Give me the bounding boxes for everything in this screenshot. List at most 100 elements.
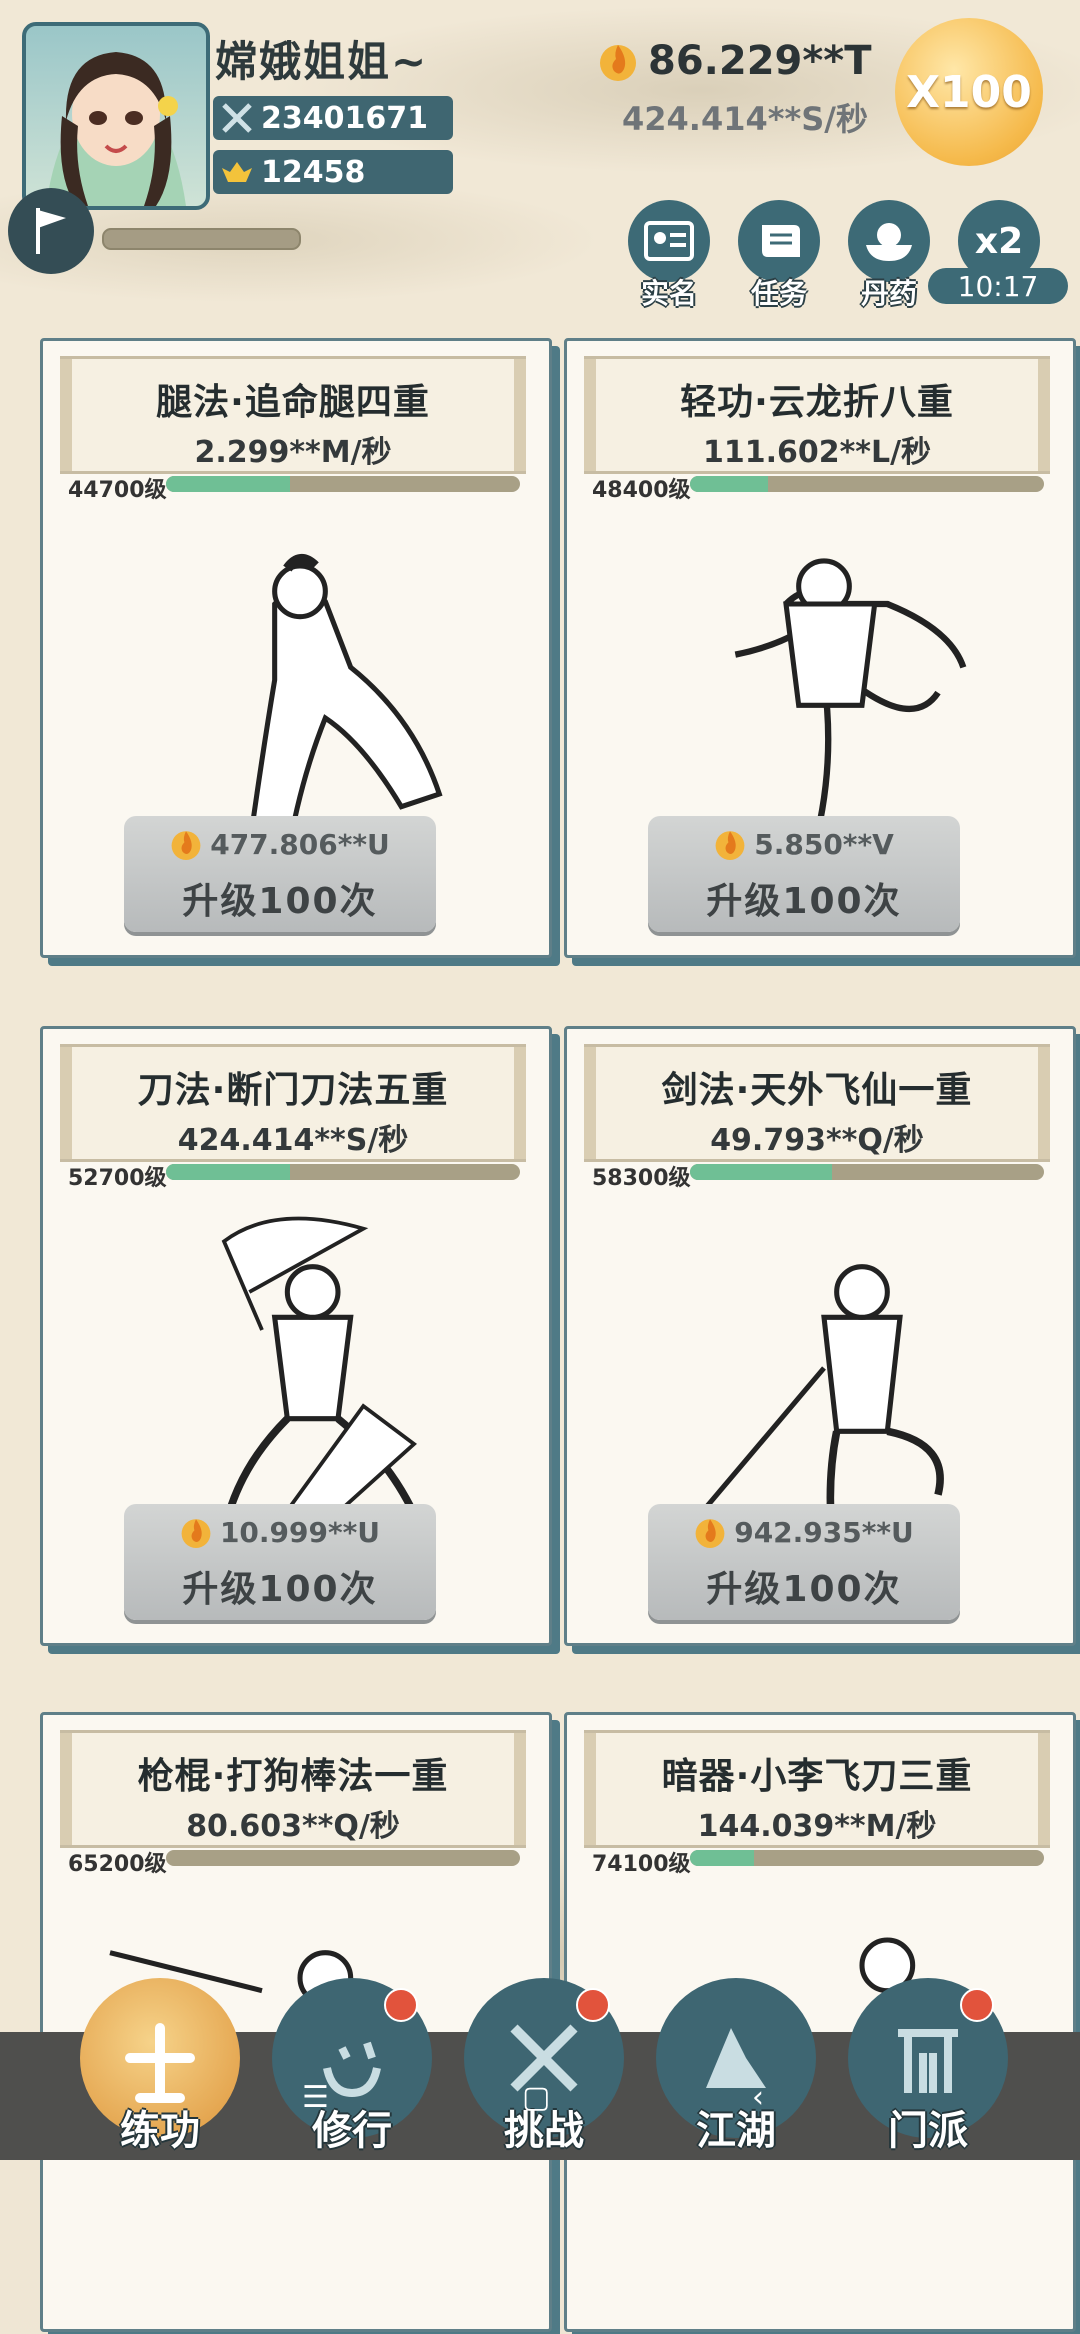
pill-label: 丹药 [860,277,917,310]
card-title-box: 暗器·小李飞刀三重 144.039**M/秒 [584,1730,1050,1848]
system-back-icon[interactable]: ‹ [752,2080,764,2115]
power-value: 23401671 [261,100,428,136]
flame-coin-icon [171,831,201,860]
upgrade-button[interactable]: 10.999**U 升级100次 [124,1504,436,1620]
notification-badge [384,1988,418,2022]
multiplier-button[interactable]: X100 [895,18,1043,166]
training-icon [125,2023,195,2103]
skill-rate: 80.603**Q/秒 [186,1809,400,1844]
notification-badge [960,1988,994,2022]
upgrade-cost-value: 10.999**U [219,1515,381,1549]
real-name-button[interactable] [628,200,710,282]
upgrade-cost: 10.999**U [124,1514,436,1550]
skill-level: 48400级 [592,478,691,503]
upgrade-label: 升级100次 [706,881,902,922]
scroll-icon [762,225,800,257]
upgrade-button[interactable]: 5.850**V 升级100次 [648,816,960,932]
skill-card[interactable]: 轻功·云龙折八重 111.602**L/秒 48400级 5.850**V 升级… [564,338,1078,960]
level-progress-bar [690,476,1044,492]
income-rate: 424.414**S/秒 [622,100,868,138]
skill-card[interactable]: 刀法·断门刀法五重 424.414**S/秒 52700级 10.999**U … [40,1026,554,1648]
boost-timer: 10:17 [928,268,1068,304]
skill-level: 52700级 [68,1166,167,1191]
level-progress-bar [166,1164,520,1180]
upgrade-cost-value: 5.850**V [754,827,894,861]
level-progress-fill [166,476,290,492]
skill-card[interactable]: 腿法·追命腿四重 2.299**M/秒 44700级 477.806**U 升级… [40,338,554,960]
skill-name: 剑法·天外飞仙一重 [661,1070,973,1111]
nav-jianghu-label: 江湖 [696,2108,776,2154]
gold-ingot-icon [213,158,261,186]
real-name-label: 实名 [640,277,697,310]
card-title-box: 腿法·追命腿四重 2.299**M/秒 [60,356,526,474]
skill-rate: 49.793**Q/秒 [710,1123,924,1158]
upgrade-label: 升级100次 [706,1569,902,1610]
card-title-box: 剑法·天外飞仙一重 49.793**Q/秒 [584,1044,1050,1162]
double-speed-label: x2 [974,220,1024,262]
quest-button[interactable] [738,200,820,282]
crossed-swords-icon [213,101,261,135]
card-title-box: 轻功·云龙折八重 111.602**L/秒 [584,356,1050,474]
player-name: 嫦娥姐姐~ [215,37,429,86]
quest-label: 任务 [750,277,807,310]
upgrade-cost-value: 477.806**U [210,827,390,861]
nav-training-label: 练功 [120,2108,200,2154]
ingot-stat: 12458 [213,150,453,194]
skill-name: 枪棍·打狗棒法一重 [137,1756,449,1797]
level-progress-bar [690,1164,1044,1180]
gold-display: 86.229**T [598,38,871,84]
pill-bowl-icon [866,223,912,261]
skill-level: 44700级 [68,478,167,503]
level-progress-fill [166,1164,290,1180]
id-card-icon [644,221,694,261]
upgrade-button[interactable]: 942.935**U 升级100次 [648,1504,960,1620]
upgrade-cost: 477.806**U [124,826,436,862]
sect-icon [898,2029,958,2093]
skill-level: 58300级 [592,1166,691,1191]
skill-rate: 424.414**S/秒 [177,1123,409,1158]
level-progress-bar [690,1850,1044,1866]
system-home-icon[interactable]: ▢ [522,2080,550,2115]
upgrade-cost: 942.935**U [648,1514,960,1550]
flame-coin-icon [715,831,745,860]
player-avatar[interactable] [22,22,210,210]
upgrade-cost-value: 942.935**U [734,1515,914,1549]
skill-card[interactable]: 剑法·天外飞仙一重 49.793**Q/秒 58300级 942.935**U … [564,1026,1078,1648]
skill-name: 刀法·断门刀法五重 [137,1070,449,1111]
flame-coin-icon [600,45,636,81]
guild-flag-button[interactable] [8,188,94,274]
skill-rate: 144.039**M/秒 [697,1809,937,1844]
flame-coin-icon [695,1519,725,1548]
flag-icon [36,208,66,254]
upgrade-label: 升级100次 [182,881,378,922]
skill-card[interactable]: 暗器·小李飞刀三重 144.039**M/秒 74100级 [564,1712,1078,2334]
level-progress-fill [690,1164,832,1180]
system-menu-icon[interactable]: ☰ [302,2080,329,2115]
gold-value: 86.229**T [648,38,872,84]
level-progress-fill [690,476,768,492]
skill-level: 74100级 [592,1852,691,1877]
jianghu-icon [706,2028,766,2088]
nav-cultivation-label: 修行 [312,2108,392,2154]
skill-rate: 2.299**M/秒 [194,435,392,470]
level-progress-bar [166,1850,520,1866]
upgrade-label: 升级100次 [182,1569,378,1610]
skill-name: 腿法·追命腿四重 [156,382,430,423]
level-progress-bar [166,476,520,492]
level-progress-fill [690,1850,754,1866]
skill-level: 65200级 [68,1852,167,1877]
guild-progress-bar [102,228,301,250]
pill-button[interactable] [848,200,930,282]
skill-name: 轻功·云龙折八重 [680,382,954,423]
nav-sect-label: 门派 [888,2108,968,2154]
power-stat: 23401671 [213,96,453,140]
notification-badge [576,1988,610,2022]
upgrade-button[interactable]: 477.806**U 升级100次 [124,816,436,932]
ingot-value: 12458 [261,154,366,190]
flame-coin-icon [181,1519,211,1548]
skill-rate: 111.602**L/秒 [702,435,932,470]
upgrade-cost: 5.850**V [648,826,960,862]
skill-name: 暗器·小李飞刀三重 [661,1756,973,1797]
card-title-box: 枪棍·打狗棒法一重 80.603**Q/秒 [60,1730,526,1848]
card-title-box: 刀法·断门刀法五重 424.414**S/秒 [60,1044,526,1162]
